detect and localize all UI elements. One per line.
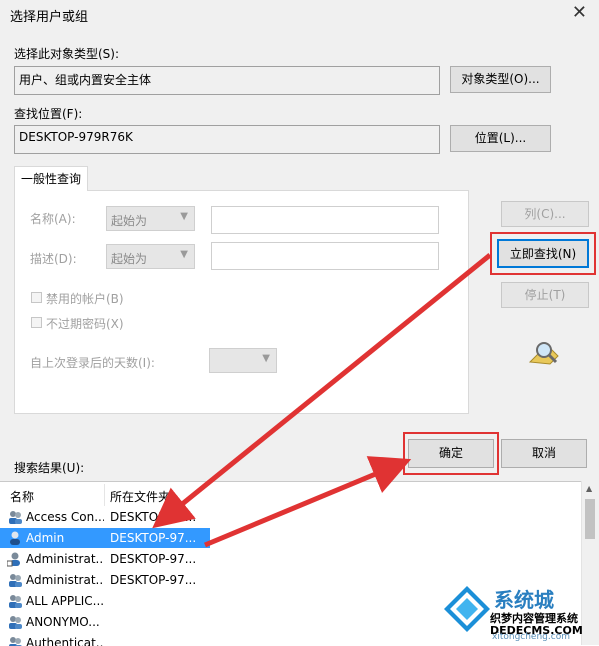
watermark-brand: 系统城 — [494, 588, 554, 612]
arrow-to-ok — [204, 456, 412, 548]
watermark-line3: xitongcheng.com — [492, 632, 570, 642]
watermark-logo: 系统城 织梦内容管理系统 DEDECMS.COM xitongcheng.com — [440, 582, 599, 645]
arrow-to-admin — [152, 253, 492, 529]
tab-common-queries[interactable]: 一般性查询 — [14, 166, 88, 191]
windows-logo-icon — [444, 586, 490, 632]
annotation-arrows — [152, 253, 492, 548]
